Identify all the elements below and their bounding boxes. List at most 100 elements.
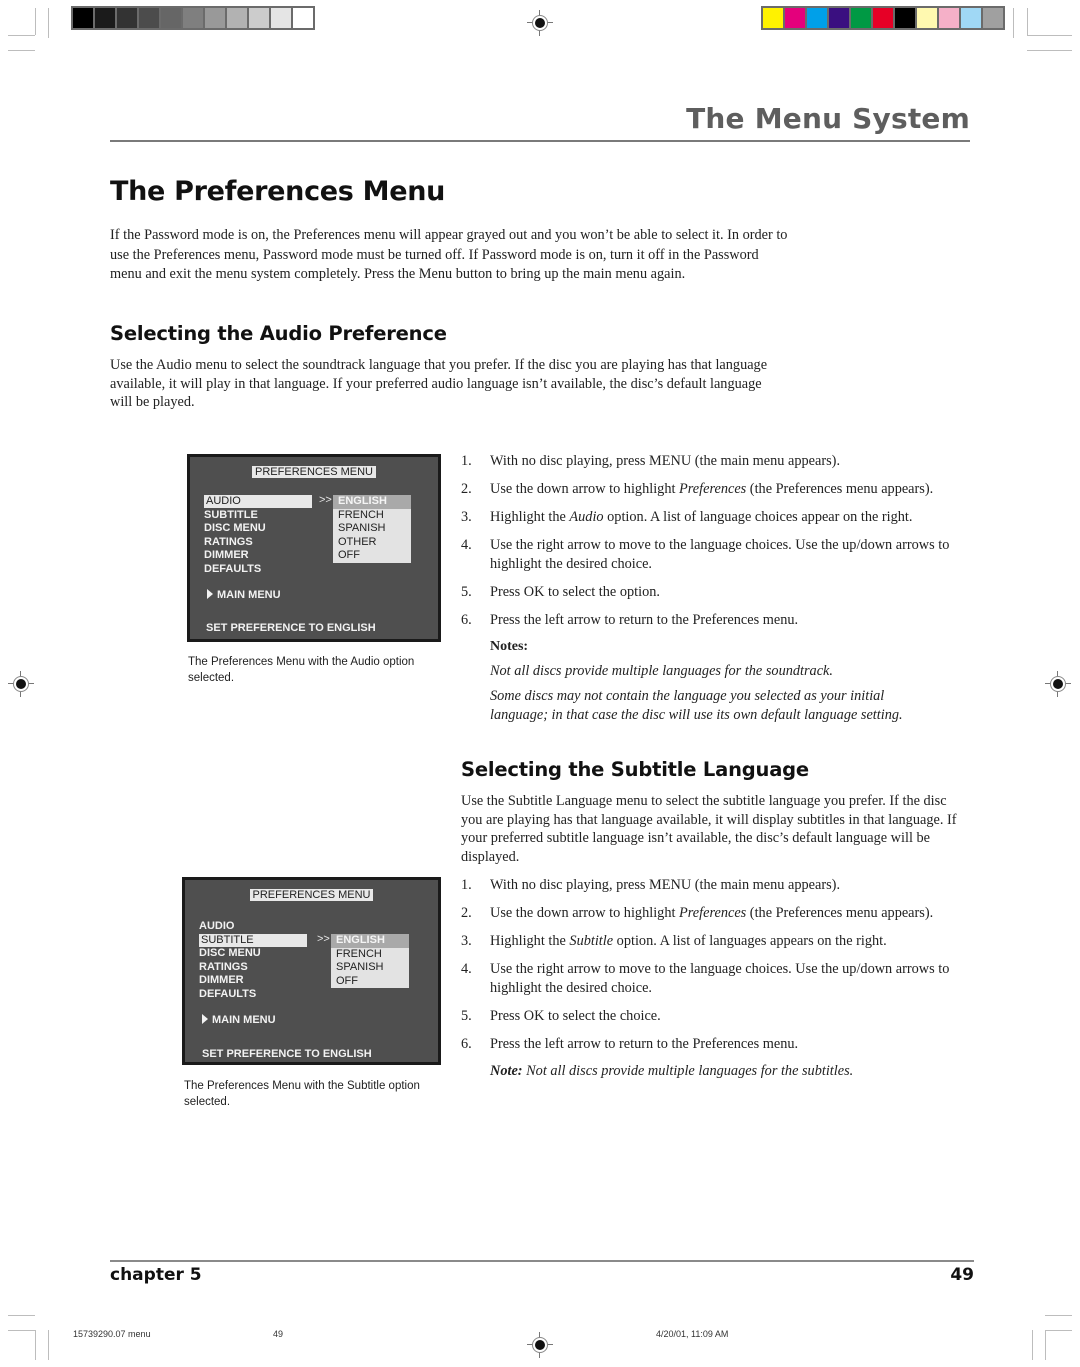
footer-rule: [110, 1260, 974, 1262]
step-number: 1.: [461, 453, 472, 469]
note-item: Not all discs provide multiple languages…: [490, 663, 833, 679]
registration-mark-icon: [527, 10, 553, 36]
step-item: 6. Press the left arrow to return to the …: [461, 611, 976, 630]
screen-menu-item: DIMMER: [199, 974, 244, 986]
screen-status: SET PREFERENCE TO ENGLISH: [206, 622, 376, 634]
color-swatch: [939, 8, 959, 28]
color-calibration-bar: [761, 6, 1005, 30]
page-title: The Preferences Menu: [110, 176, 446, 207]
color-swatch: [961, 8, 981, 28]
slug-filename: 15739290.07 menu: [73, 1329, 151, 1339]
screen-menu-item: SUBTITLE: [204, 508, 258, 521]
step-item: 5. Press OK to select the choice.: [461, 1007, 976, 1026]
step-number: 3.: [461, 509, 472, 525]
crop-mark: [1027, 50, 1072, 51]
step-number: 6.: [461, 611, 472, 628]
step-number: 5.: [461, 583, 472, 600]
color-swatch: [139, 8, 159, 28]
color-swatch: [895, 8, 915, 28]
language-option: OTHER: [338, 535, 377, 548]
intro-paragraph: If the Password mode is on, the Preferen…: [110, 227, 788, 282]
step-text: Press the left arrow to return to the Pr…: [490, 1035, 799, 1052]
crop-mark: [1032, 1330, 1033, 1360]
step-number: 3.: [461, 933, 472, 949]
step-item: 3. Highlight the Subtitle option. A list …: [461, 932, 976, 951]
color-swatch: [95, 8, 115, 28]
color-swatch: [73, 8, 93, 28]
step-text: With no disc playing, press MENU (the ma…: [490, 453, 841, 469]
screen-title: PREFERENCES MENU: [185, 889, 438, 901]
color-swatch: [873, 8, 893, 28]
color-swatch: [117, 8, 137, 28]
crop-mark: [1013, 8, 1014, 38]
color-swatch: [271, 8, 291, 28]
step-text: Press OK to select the choice.: [490, 1007, 661, 1024]
language-option: ENGLISH: [331, 934, 409, 948]
subtitle-note: Note: Not all discs provide multiple lan…: [490, 1063, 854, 1079]
subtitle-steps-list: 1. With no disc playing, press MENU (the …: [461, 876, 976, 1063]
screen-menu-item: DEFAULTS: [199, 987, 257, 1000]
crop-mark: [1045, 1315, 1072, 1316]
step-number: 1.: [461, 877, 472, 893]
screen-menu-item: RATINGS: [199, 960, 248, 973]
screen-menu-item: DISC MENU: [204, 522, 266, 534]
registration-mark-icon: [8, 671, 34, 697]
screen-menu-item: RATINGS: [204, 535, 253, 548]
step-number: 2.: [461, 481, 472, 497]
crop-mark: [35, 8, 36, 35]
step-number: 4.: [461, 537, 472, 553]
step-item: 1. With no disc playing, press MENU (the …: [461, 876, 976, 895]
subtitle-section-paragraph: Use the Subtitle Language menu to select…: [461, 793, 957, 865]
step-text: Use the right arrow to move to the langu…: [490, 537, 950, 572]
grayscale-calibration-bar: [71, 6, 315, 30]
audio-section-heading: Selecting the Audio Preference: [110, 322, 447, 345]
language-option: SPANISH: [336, 961, 384, 973]
step-number: 4.: [461, 961, 472, 977]
language-option: ENGLISH: [333, 495, 411, 509]
slug-page: 49: [273, 1329, 284, 1339]
screen-title: PREFERENCES MENU: [190, 466, 438, 478]
crop-mark: [1045, 1330, 1046, 1360]
crop-mark: [8, 1330, 35, 1331]
color-swatch: [161, 8, 181, 28]
registration-mark-icon: [1045, 671, 1071, 697]
color-swatch: [205, 8, 225, 28]
crop-mark: [1027, 8, 1028, 35]
color-swatch: [785, 8, 805, 28]
color-swatch: [183, 8, 203, 28]
selection-arrows: >>: [317, 933, 330, 945]
language-option: FRENCH: [338, 508, 384, 521]
step-item: 3. Highlight the Audio option. A list of …: [461, 508, 976, 527]
crop-mark: [8, 35, 35, 36]
language-option: OFF: [336, 974, 358, 987]
step-item: 1. With no disc playing, press MENU (the …: [461, 452, 976, 471]
selection-arrows: >>: [319, 494, 332, 506]
step-number: 5.: [461, 1007, 472, 1024]
registration-mark-icon: [527, 1332, 553, 1358]
step-item: 5. Press OK to select the option.: [461, 583, 976, 602]
step-text: With no disc playing, press MENU (the ma…: [490, 877, 841, 893]
crop-mark: [35, 1330, 36, 1360]
audio-section-paragraph: Use the Audio menu to select the soundtr…: [110, 357, 768, 410]
color-swatch: [227, 8, 247, 28]
figure-caption-audio: The Preferences Menu with the Audio opti…: [188, 656, 415, 684]
language-option: OFF: [338, 549, 360, 561]
preferences-menu-screenshot-subtitle: PREFERENCES MENU AUDIO SUBTITLE DISC MENU R…: [182, 877, 441, 1065]
step-text: Highlight the Subtitle option. A list of…: [490, 933, 887, 949]
slug-date: 4/20/01, 11:09 AM: [656, 1329, 729, 1339]
step-text: Press OK to select the option.: [490, 583, 660, 600]
screen-status: SET PREFERENCE TO ENGLISH: [202, 1048, 372, 1060]
color-swatch: [763, 8, 783, 28]
screen-menu-item: SUBTITLE: [199, 933, 307, 947]
step-text: Highlight the Audio option. A list of la…: [490, 509, 913, 525]
notes-heading: Notes:: [490, 639, 529, 654]
audio-steps-list: 1. With no disc playing, press MENU (the …: [461, 452, 976, 639]
crop-mark: [8, 1315, 35, 1316]
subtitle-section-heading: Selecting the Subtitle Language: [461, 758, 809, 781]
crop-mark: [1027, 35, 1072, 36]
step-text: Press the left arrow to return to the Pr…: [490, 611, 799, 628]
screen-menu-item: AUDIO: [199, 920, 235, 932]
step-text: Use the down arrow to highlight Preferen…: [490, 481, 934, 497]
crop-mark: [48, 1330, 49, 1360]
language-option: FRENCH: [336, 947, 382, 960]
